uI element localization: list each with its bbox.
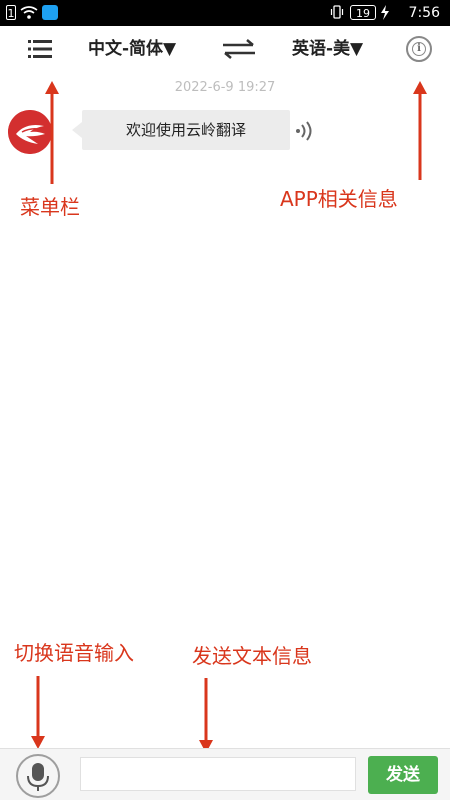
sim-icon: 1 [6, 5, 16, 20]
annotation-send-text: 发送文本信息 [192, 644, 312, 668]
battery-icon: 19 [350, 5, 376, 20]
swap-arrows-icon[interactable] [220, 37, 258, 61]
message-input[interactable] [80, 757, 356, 791]
annotation-arrow-info [413, 81, 427, 180]
send-button[interactable]: 发送 [368, 756, 438, 794]
annotation-arrow-send [199, 678, 213, 753]
target-language-select[interactable]: 英语-美▼ [292, 36, 363, 62]
vibrate-icon [330, 5, 344, 20]
toolbar: 中文-简体▼ 英语-美▼ i [0, 26, 450, 72]
annotation-menu-bar: 菜单栏 [20, 195, 80, 219]
info-icon[interactable]: i [406, 36, 432, 62]
message-bubble: 欢迎使用云岭翻译 [72, 110, 290, 150]
voice-input-button[interactable] [16, 754, 60, 798]
source-language-select[interactable]: 中文-简体▼ [88, 36, 176, 62]
info-glyph: i [412, 42, 426, 56]
annotation-arrow-menu [45, 81, 59, 184]
clock: 7:56 [408, 5, 440, 21]
input-bar: 发送 [0, 748, 450, 800]
message-timestamp: 2022-6-9 19:27 [174, 80, 276, 95]
app-notification-icon [42, 5, 58, 20]
microphone-icon [27, 763, 49, 791]
menu-icon[interactable] [28, 39, 52, 59]
list-item: 欢迎使用云岭翻译 [0, 106, 450, 156]
charging-icon [380, 5, 390, 20]
status-bar: 1 19 7:56 [0, 0, 450, 26]
speaker-icon[interactable] [294, 120, 316, 142]
annotation-arrow-voice [31, 676, 45, 749]
annotation-switch-voice: 切换语音输入 [14, 641, 134, 665]
wifi-icon [20, 5, 38, 20]
annotation-app-info: APP相关信息 [280, 187, 398, 211]
